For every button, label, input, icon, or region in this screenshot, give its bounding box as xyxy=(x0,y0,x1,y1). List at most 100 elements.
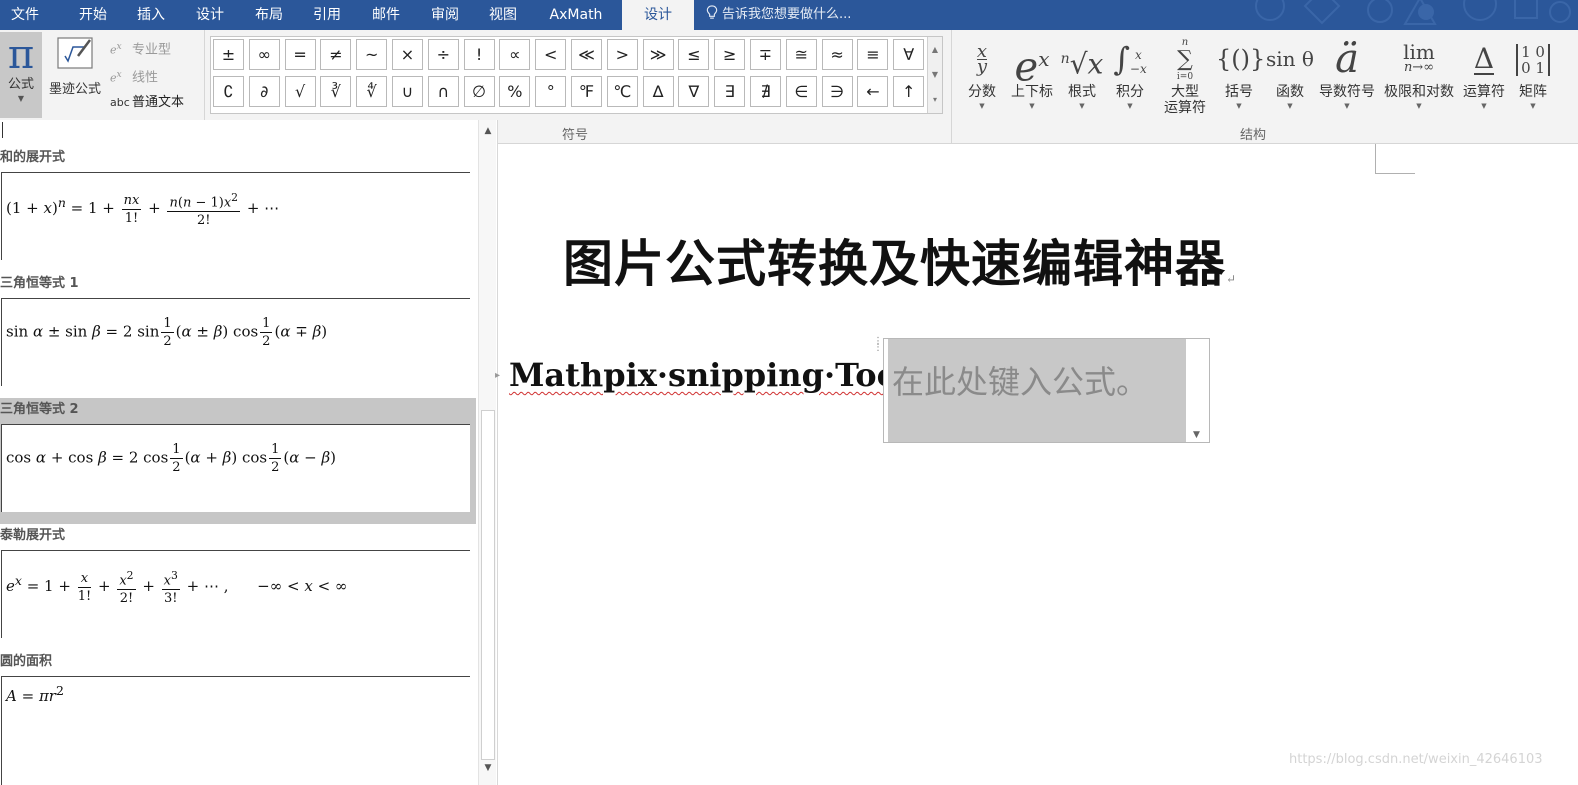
gallery-item-binomial[interactable]: 和的展开式 (1 + x)n = 1 + nx 1! + n(n − 1)x2 2!… xyxy=(0,146,476,272)
document-line[interactable]: Mathpix·snipping·Tool xyxy=(509,356,910,394)
symbol-button[interactable]: ≡ xyxy=(857,39,889,70)
drag-handle-icon[interactable]: ⋮ ⋮ xyxy=(872,337,884,357)
symbol-button[interactable]: ÷ xyxy=(427,39,459,70)
gallery-more-icon[interactable]: ▾ xyxy=(928,87,942,112)
accent-button[interactable]: ä 导数符号 ▼ xyxy=(1316,34,1378,120)
symbol-button[interactable]: ° xyxy=(535,76,567,107)
symbol-button[interactable]: ≅ xyxy=(785,39,817,70)
symbol-button[interactable]: ≤ xyxy=(678,39,710,70)
superscript-icon: ex xyxy=(1014,44,1050,91)
symbol-button[interactable]: ∄ xyxy=(750,76,781,107)
symbol-button[interactable]: ∅ xyxy=(463,76,495,107)
ink-equation-button[interactable]: 墨迹公式 xyxy=(44,32,106,118)
fraction-button[interactable]: xy 分数 ▼ xyxy=(962,34,1002,120)
symbol-button[interactable]: ∜ xyxy=(356,76,388,107)
symbol-button[interactable]: ∛ xyxy=(320,76,352,107)
integral-button[interactable]: ∫ x −x 积分 ▼ xyxy=(1108,34,1152,120)
symbol-button[interactable]: ! xyxy=(463,39,495,70)
symbol-button[interactable]: ∋ xyxy=(821,76,853,107)
symbol-button[interactable]: ← xyxy=(857,76,889,107)
symbol-button[interactable]: ≪ xyxy=(571,39,602,70)
tab-home[interactable]: 开始 xyxy=(68,0,118,30)
symbol-button[interactable]: ∈ xyxy=(785,76,817,107)
symbols-scrollbar[interactable]: ▲ ▼ ▾ xyxy=(927,37,942,113)
symbol-button[interactable]: ∩ xyxy=(427,76,459,107)
symbol-button[interactable]: ∃ xyxy=(714,76,746,107)
symbol-button[interactable]: ∪ xyxy=(392,76,423,107)
gallery-item-trig-2[interactable]: 三角恒等式 2 cos α + cos β = 2 cos 1 2 (α + β) c… xyxy=(0,398,476,524)
function-button[interactable]: sin θ 函数 ▼ xyxy=(1266,34,1314,120)
gallery-item-title: 三角恒等式 2 xyxy=(0,402,79,417)
tab-equation-design[interactable]: 设计 xyxy=(622,0,694,30)
tab-references[interactable]: 引用 xyxy=(302,0,352,30)
professional-format-option[interactable]: ex 专业型 xyxy=(110,36,171,58)
symbol-button[interactable]: ≠ xyxy=(320,39,352,70)
script-button[interactable]: ex 上下标 ▼ xyxy=(1006,34,1058,120)
radical-button[interactable]: n√x 根式 ▼ xyxy=(1060,34,1104,120)
symbol-button[interactable]: ∞ xyxy=(248,39,280,70)
limit-log-label: 极限和对数 xyxy=(1384,84,1454,100)
document-title[interactable]: 图片公式转换及快速编辑神器↵ xyxy=(563,224,1237,296)
symbol-button[interactable]: = xyxy=(284,39,316,70)
symbol-button[interactable]: ∓ xyxy=(750,39,781,70)
gallery-item-trig-1[interactable]: 三角恒等式 1 sin α ± sin β = 2 sin 1 2 (α ± β) c… xyxy=(0,272,476,398)
linear-format-label: 线性 xyxy=(132,70,159,86)
tell-me-search[interactable]: 告诉我您想要做什么... xyxy=(706,0,851,30)
tab-view[interactable]: 视图 xyxy=(478,0,528,30)
symbol-button[interactable]: ↑ xyxy=(893,76,925,107)
symbol-button[interactable]: ∀ xyxy=(893,39,925,70)
equation-placeholder-field[interactable]: 在此处键入公式。 xyxy=(888,339,1186,442)
symbol-button[interactable]: ≥ xyxy=(714,39,746,70)
radical-icon: n√x xyxy=(1060,47,1104,81)
insert-formula-button[interactable]: π 公式 ▼ xyxy=(0,32,42,118)
scroll-down-icon[interactable]: ▼ xyxy=(928,62,942,87)
operator-label: 运算符 xyxy=(1463,84,1505,100)
symbol-button[interactable]: ∁ xyxy=(213,76,244,107)
scrollbar-thumb[interactable] xyxy=(481,410,495,760)
operator-button[interactable]: Δ 运算符 ▼ xyxy=(1460,34,1508,120)
tab-insert[interactable]: 插入 xyxy=(126,0,176,30)
tab-file[interactable]: 文件 xyxy=(0,0,50,30)
equation-options-button[interactable]: ▼ xyxy=(1187,339,1209,442)
taylor-formula: ex = 1 + x 1! + x2 2! + x3 3! + ⋯ , −∞ < x … xyxy=(6,569,348,607)
chevron-down-icon: ▼ xyxy=(1236,102,1242,110)
symbol-button[interactable]: < xyxy=(535,39,567,70)
symbol-button[interactable]: ∂ xyxy=(248,76,280,107)
symbol-button[interactable]: ∝ xyxy=(499,39,531,70)
symbol-button[interactable]: ± xyxy=(213,39,244,70)
symbol-button[interactable]: > xyxy=(606,39,638,70)
symbol-button[interactable]: × xyxy=(392,39,423,70)
trig-identity-2-formula: cos α + cos β = 2 cos 1 2 (α + β) cos 1 2 (α −… xyxy=(6,442,337,475)
linear-format-option[interactable]: ex 线性 xyxy=(110,64,158,86)
symbol-button[interactable]: ℉ xyxy=(571,76,602,107)
scroll-up-icon[interactable]: ▲ xyxy=(479,122,497,140)
symbol-button[interactable]: √ xyxy=(284,76,316,107)
large-operator-button[interactable]: n ∑ i=0 大型 运算符 xyxy=(1156,34,1214,120)
gallery-item-taylor[interactable]: 泰勒展开式 ex = 1 + x 1! + x2 2! + x3 3! + ⋯ , −… xyxy=(0,524,476,650)
bracket-button[interactable]: {()} 括号 ▼ xyxy=(1216,34,1265,120)
document-canvas[interactable]: 图片公式转换及快速编辑神器↵ ▸ Mathpix·snipping·Tool ⋮… xyxy=(495,144,1578,785)
limit-log-button[interactable]: lim n→∞ 极限和对数 ▼ xyxy=(1380,34,1458,120)
scroll-down-icon[interactable]: ▼ xyxy=(479,759,497,777)
symbol-button[interactable]: ∆ xyxy=(642,76,674,107)
tab-design[interactable]: 设计 xyxy=(185,0,235,30)
equation-box[interactable]: ⋮ ⋮ 在此处键入公式。 ▼ xyxy=(873,337,1210,443)
symbol-button[interactable]: ≈ xyxy=(821,39,853,70)
matrix-button[interactable]: 1 00 1 矩阵 ▼ xyxy=(1510,34,1556,120)
normal-text-option[interactable]: abc 普通文本 xyxy=(110,92,184,114)
symbol-button[interactable]: ∇ xyxy=(678,76,710,107)
tab-axmath[interactable]: AxMath xyxy=(538,0,614,30)
symbol-button[interactable]: ℃ xyxy=(606,76,638,107)
integral-label: 积分 xyxy=(1116,84,1144,100)
gallery-scrollbar[interactable]: ▲ ▼ xyxy=(478,120,496,785)
tab-mailings[interactable]: 邮件 xyxy=(361,0,411,30)
scroll-up-icon[interactable]: ▲ xyxy=(928,37,942,62)
tab-layout[interactable]: 布局 xyxy=(244,0,294,30)
gallery-item-circle-area[interactable]: 圆的面积 A = πr2 xyxy=(0,650,476,785)
symbol-button[interactable]: ≫ xyxy=(642,39,674,70)
symbol-button[interactable]: ~ xyxy=(356,39,388,70)
tab-review[interactable]: 审阅 xyxy=(420,0,470,30)
symbol-button[interactable]: % xyxy=(499,76,531,107)
accent-label: 导数符号 xyxy=(1319,84,1375,100)
integral-icon: ∫ x −x xyxy=(1113,40,1147,78)
